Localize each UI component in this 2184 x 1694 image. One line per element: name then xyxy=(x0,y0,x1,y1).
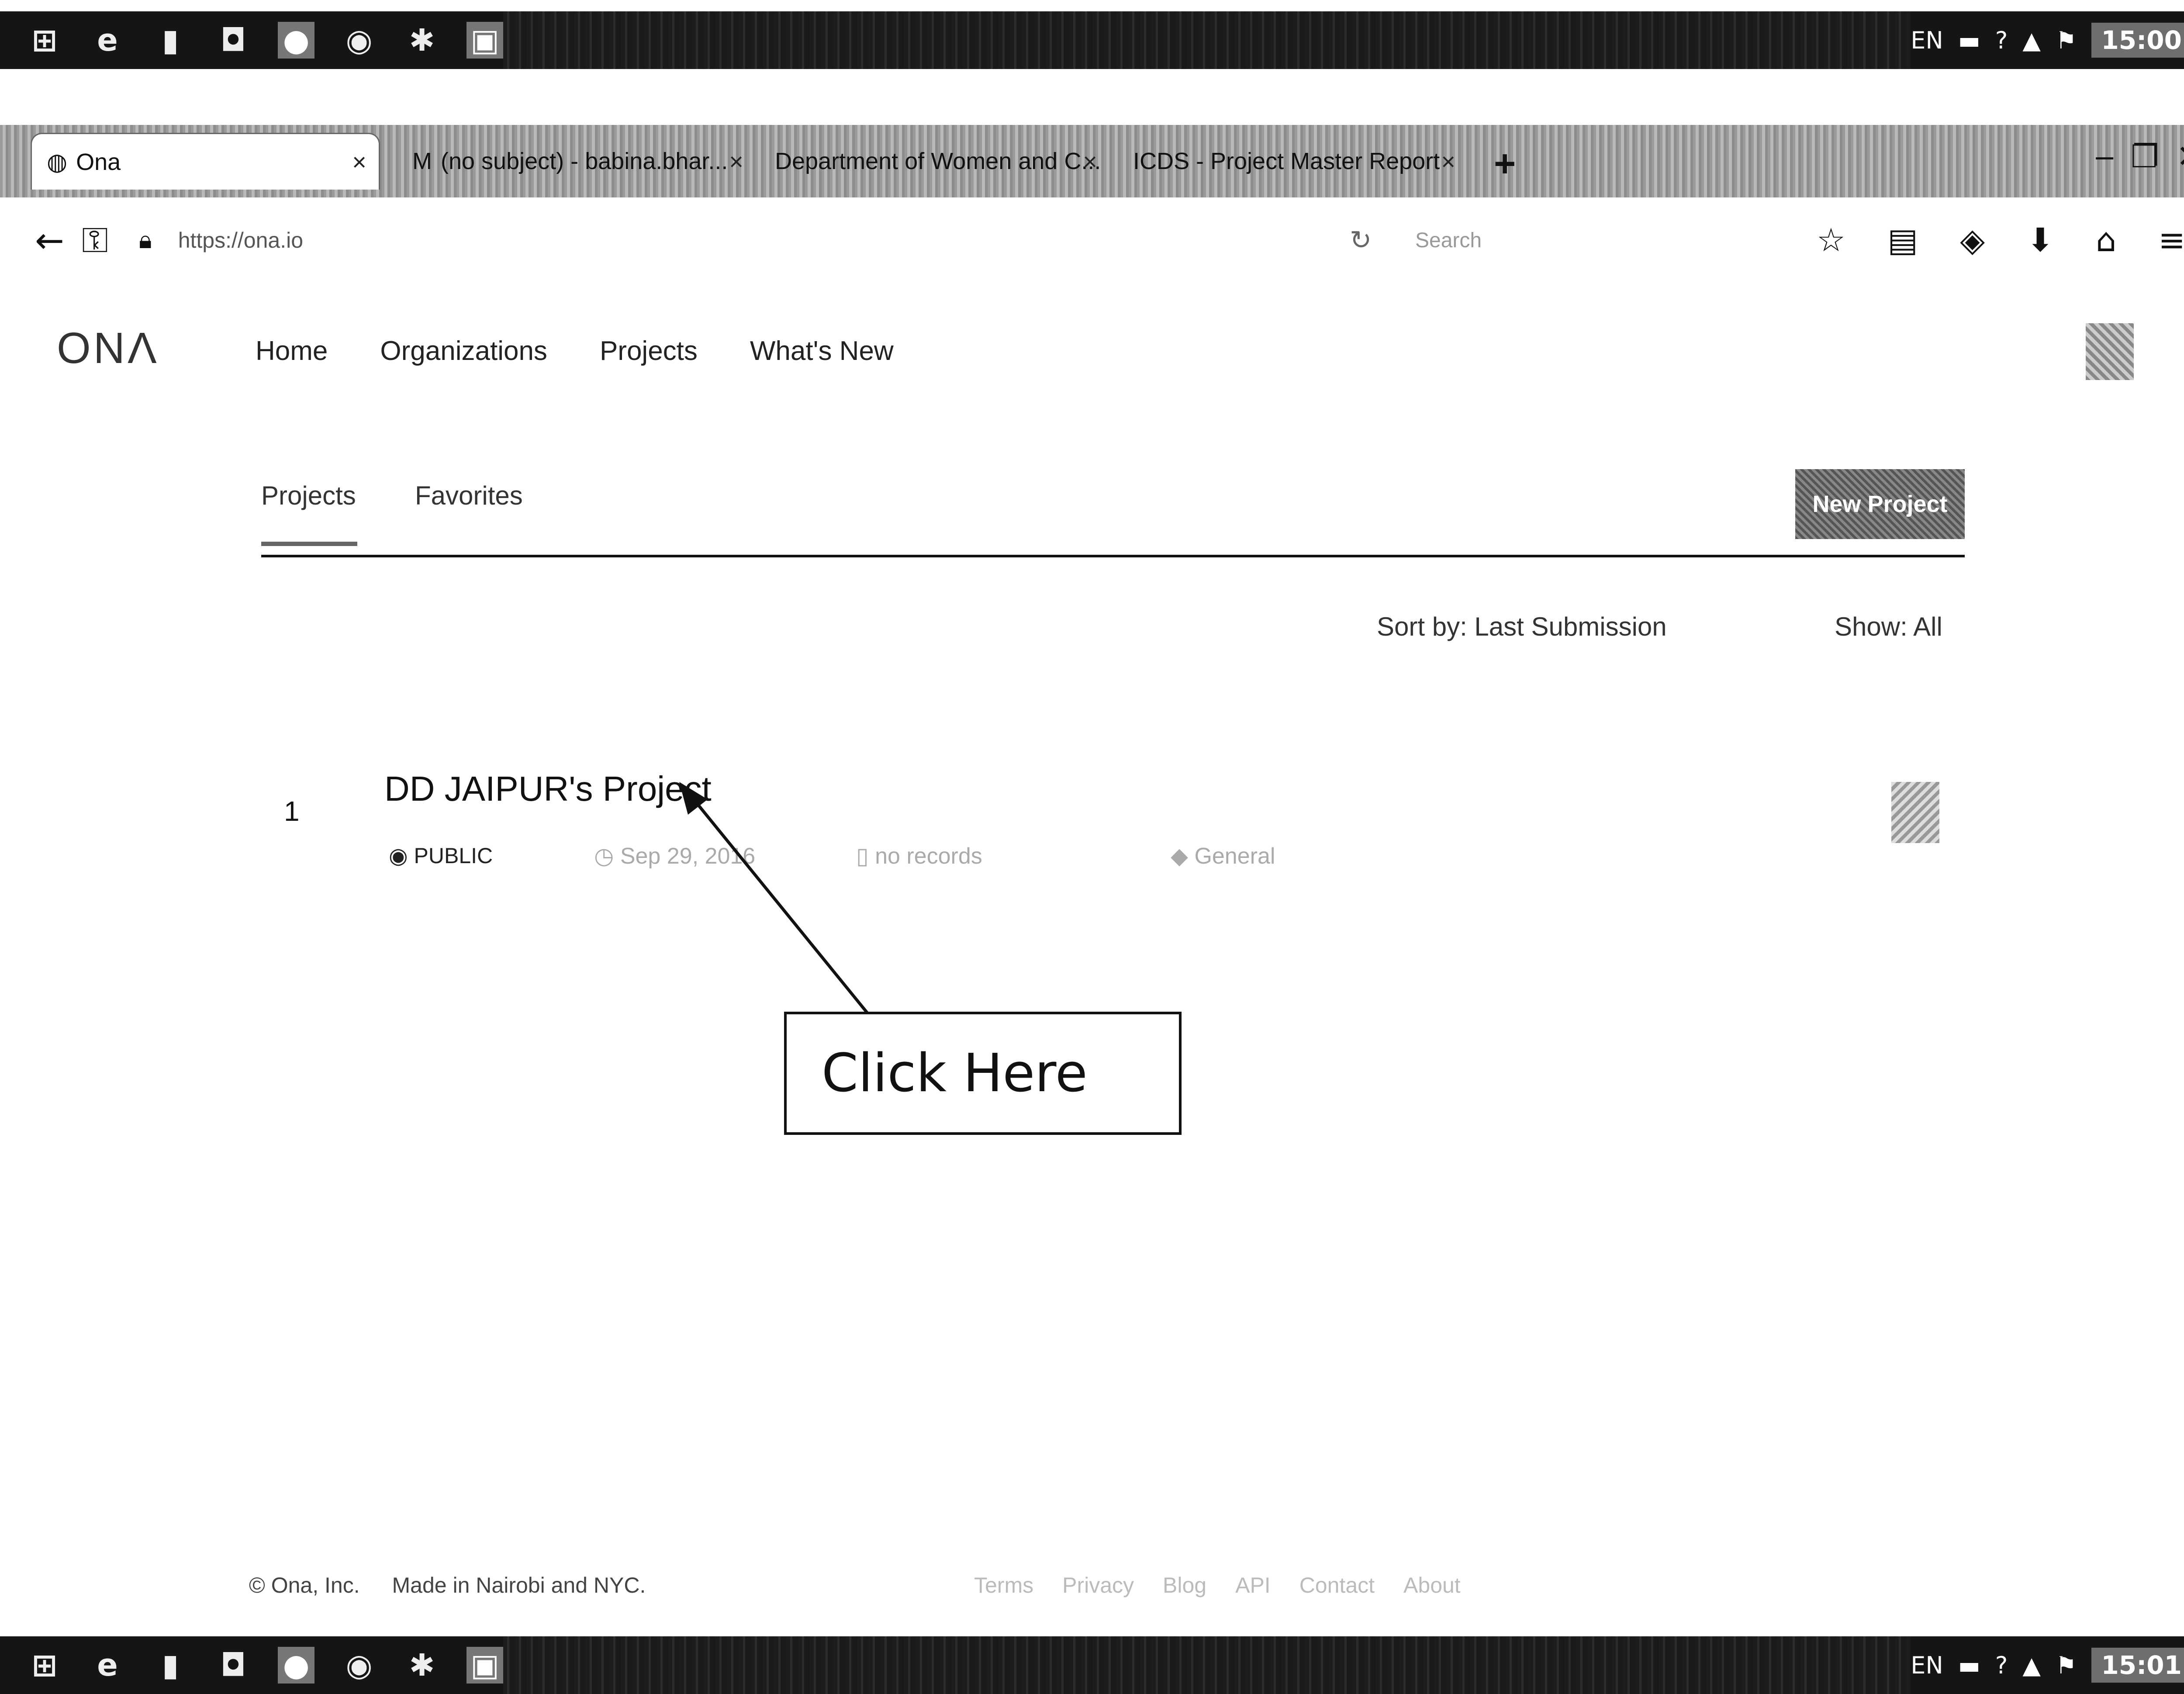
windows-taskbar-bottom: ⊞ e ▮ ◘ ● ◉ ✱ ▣ EN ▬ ? ▲ ⚑ 15:01 xyxy=(0,1636,2184,1694)
firefox-icon[interactable]: ● xyxy=(278,1647,314,1684)
taskbar-empty-area xyxy=(503,1636,1911,1694)
click-here-callout: Click Here xyxy=(784,1012,1182,1135)
app-icon[interactable]: ▣ xyxy=(467,1647,503,1684)
footer-link-contact[interactable]: Contact xyxy=(1299,1573,1375,1598)
footer-link-blog[interactable]: Blog xyxy=(1163,1573,1206,1598)
footer-link-api[interactable]: API xyxy=(1235,1573,1271,1598)
chrome-icon[interactable]: ◉ xyxy=(341,1647,377,1684)
footer-copyright: © Ona, Inc. xyxy=(249,1573,360,1597)
footer-link-about[interactable]: About xyxy=(1403,1573,1461,1598)
clock[interactable]: 15:01 xyxy=(2091,1648,2184,1683)
footer-link-terms[interactable]: Terms xyxy=(974,1573,1033,1598)
flag-icon[interactable]: ⚑ xyxy=(2056,1652,2077,1679)
file-explorer-icon[interactable]: ▮ xyxy=(152,1647,189,1684)
site-footer: © Ona, Inc. Made in Nairobi and NYC. Ter… xyxy=(249,1573,2084,1598)
network-icon[interactable]: ▲ xyxy=(2022,1652,2041,1679)
footer-link-privacy[interactable]: Privacy xyxy=(1062,1573,1134,1598)
language-indicator[interactable]: EN xyxy=(1911,1652,1943,1679)
help-icon[interactable]: ? xyxy=(1995,1652,2008,1679)
footer-links: Terms Privacy Blog API Contact About xyxy=(974,1573,1461,1598)
windows-start-icon[interactable]: ⊞ xyxy=(26,1647,63,1684)
system-tray: EN ▬ ? ▲ ⚑ 15:01 xyxy=(1911,1648,2184,1683)
annotation-arrow xyxy=(679,782,868,1014)
ie-browser-icon[interactable]: e xyxy=(89,1647,126,1684)
footer-made-in: Made in Nairobi and NYC. xyxy=(392,1573,646,1597)
store-icon[interactable]: ◘ xyxy=(215,1647,252,1684)
settings-icon[interactable]: ✱ xyxy=(404,1647,440,1684)
arrow-line xyxy=(689,794,868,1014)
keyboard-icon[interactable]: ▬ xyxy=(1958,1652,1980,1679)
taskbar-icons: ⊞ e ▮ ◘ ● ◉ ✱ ▣ xyxy=(0,1647,503,1684)
